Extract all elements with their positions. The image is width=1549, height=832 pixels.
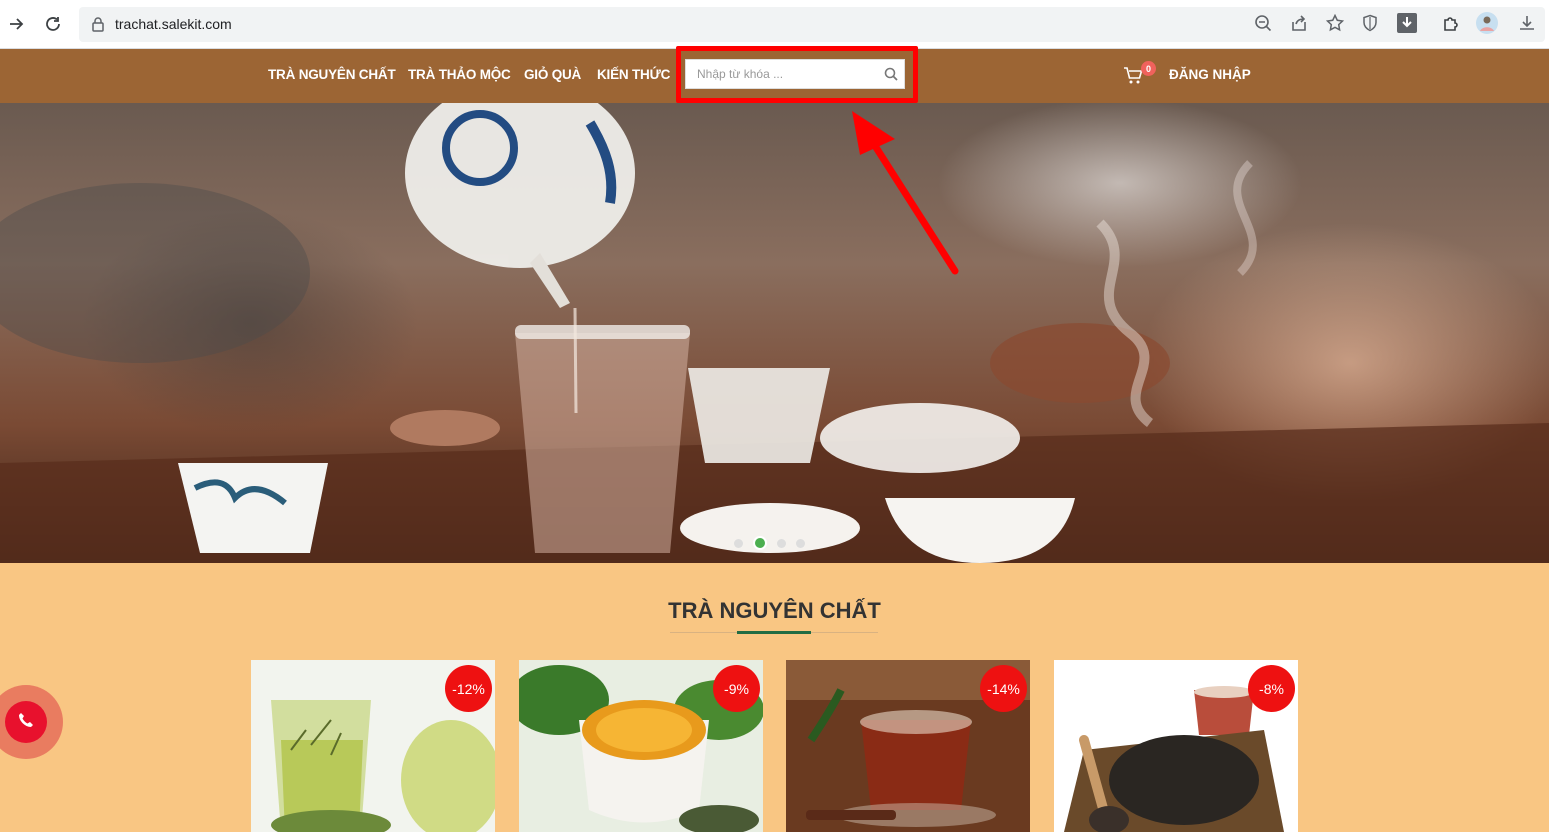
menu-item-gio-qua[interactable]: GIỎ QUÀ (524, 67, 581, 82)
shield-icon[interactable] (1359, 12, 1381, 34)
red-arrow-annotation (852, 111, 959, 275)
slider-dot[interactable] (734, 538, 743, 548)
phone-icon (17, 711, 35, 734)
download-app-icon[interactable] (1396, 12, 1418, 34)
slider-dots (734, 536, 805, 550)
hero-slider[interactable] (0, 103, 1549, 563)
slider-dot-active[interactable] (753, 536, 767, 550)
slider-dot[interactable] (777, 538, 786, 548)
extensions-icon[interactable] (1440, 12, 1462, 34)
discount-badge: -14% (980, 665, 1027, 712)
menu-item-tra-nguyen-chat[interactable]: TRÀ NGUYÊN CHẤT (268, 67, 396, 82)
url-text[interactable]: trachat.salekit.com (115, 16, 232, 32)
avatar[interactable] (1476, 12, 1498, 34)
discount-badge: -9% (713, 665, 760, 712)
slider-dot[interactable] (796, 538, 805, 548)
browser-toolbar: trachat.salekit.com (0, 0, 1549, 49)
login-link[interactable]: ĐĂNG NHẬP (1169, 67, 1251, 82)
zoom-out-icon[interactable] (1252, 12, 1274, 34)
search-highlight-annotation (676, 46, 918, 103)
product-card[interactable]: -9% (519, 660, 763, 832)
cart-count-badge: 0 (1141, 61, 1156, 76)
discount-badge: -8% (1248, 665, 1295, 712)
product-card[interactable]: -12% (251, 660, 495, 832)
title-accent-bar (737, 631, 811, 634)
share-icon[interactable] (1288, 12, 1310, 34)
section-title: TRÀ NGUYÊN CHẤT (668, 598, 881, 623)
reload-icon[interactable] (41, 12, 65, 36)
star-icon[interactable] (1324, 12, 1346, 34)
phone-call-button[interactable] (5, 701, 47, 743)
downloads-icon[interactable] (1516, 12, 1538, 34)
menu-item-kien-thuc[interactable]: KIẾN THỨC (597, 67, 670, 82)
forward-icon[interactable] (5, 12, 29, 36)
product-card[interactable]: -14% (786, 660, 1030, 832)
discount-badge: -12% (445, 665, 492, 712)
product-card[interactable]: -8% (1054, 660, 1298, 832)
menu-item-tra-thao-moc[interactable]: TRÀ THẢO MỘC (408, 67, 511, 82)
lock-icon (91, 16, 105, 37)
